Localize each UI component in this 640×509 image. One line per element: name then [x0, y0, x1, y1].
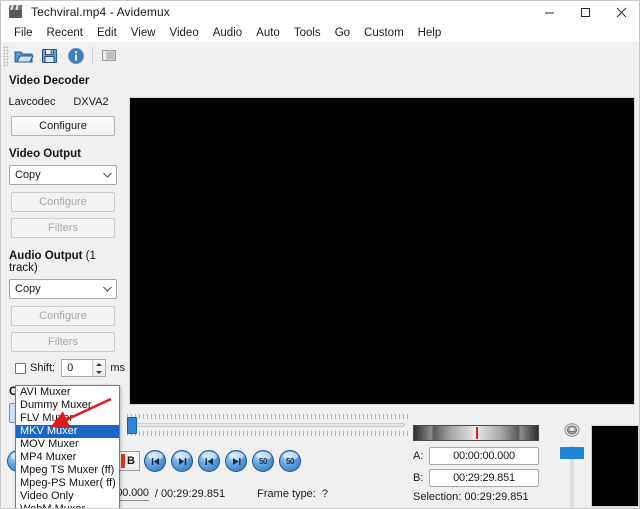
audio-output-value: Copy — [15, 283, 41, 295]
avidemux-window: Techviral.mp4 - Avidemux File Recent Edi… — [0, 0, 640, 509]
dropdown-option-mkv[interactable]: MKV Muxer — [16, 425, 119, 438]
dropdown-option-mpegts[interactable]: Mpeg TS Muxer (ff) — [16, 464, 119, 477]
video-decoder-configure-button[interactable]: Configure — [11, 116, 115, 136]
toolbar-separator — [92, 47, 93, 65]
dropdown-option-avi[interactable]: AVI Muxer — [16, 386, 119, 399]
decoder-accel-value: DXVA2 — [63, 96, 119, 108]
go-to-start-button[interactable] — [144, 450, 166, 472]
open-file-icon[interactable] — [11, 44, 37, 68]
video-output-title: Video Output — [1, 142, 125, 165]
minimize-icon[interactable] — [531, 1, 567, 23]
media-properties-icon[interactable] — [96, 44, 122, 68]
shift-checkbox[interactable] — [15, 363, 26, 374]
clapperboard-icon — [8, 4, 24, 20]
timeline-groove[interactable] — [127, 423, 405, 427]
video-preview[interactable] — [129, 97, 635, 405]
menu-item-recent[interactable]: Recent — [40, 25, 90, 41]
menu-item-auto[interactable]: Auto — [249, 25, 287, 41]
toolbar-grip[interactable] — [3, 46, 9, 66]
menu-item-custom[interactable]: Custom — [357, 25, 411, 41]
stepper-arrows-icon[interactable] — [92, 360, 105, 376]
dropdown-option-dummy[interactable]: Dummy Muxer — [16, 399, 119, 412]
video-output-filters-button[interactable]: Filters — [11, 218, 115, 238]
position-marker — [476, 427, 478, 439]
menu-bar: File Recent Edit View Video Audio Auto T… — [1, 23, 639, 42]
shift-label: Shift: — [30, 362, 55, 374]
prev-keyframe-button[interactable] — [198, 450, 220, 472]
mark-a-field[interactable]: 00:00:00.000 — [429, 447, 539, 465]
mark-a-row: A: 00:00:00.000 — [413, 447, 539, 465]
window-title: Techviral.mp4 - Avidemux — [31, 5, 170, 19]
frame-type-label: Frame type: — [257, 488, 316, 500]
dropdown-option-mp4[interactable]: MP4 Muxer — [16, 451, 119, 464]
thumbnail-preview — [591, 425, 639, 507]
audio-output-filters-button[interactable]: Filters — [11, 332, 115, 352]
dropdown-option-videoonly[interactable]: Video Only — [16, 490, 119, 503]
dropdown-option-webm[interactable]: WebM Muxer — [16, 503, 119, 509]
selection-duration-text: Selection: 00:29:29.851 — [413, 491, 529, 503]
timeline-ticks-top — [127, 412, 409, 419]
shift-stepper[interactable]: 0 — [61, 359, 106, 377]
dropdown-option-mpegps[interactable]: Mpeg-PS Muxer( ff) — [16, 477, 119, 490]
mark-a-field-label: A: — [413, 450, 429, 462]
dropdown-option-flv[interactable]: FLV Muxer — [16, 412, 119, 425]
go-to-end-button[interactable] — [171, 450, 193, 472]
audio-output-title: Audio Output (1 track) — [1, 244, 125, 279]
output-format-dropdown-list[interactable]: AVI Muxer Dummy Muxer FLV Muxer MKV Muxe… — [15, 385, 120, 509]
menu-item-view[interactable]: View — [124, 25, 163, 41]
video-output-configure-button[interactable]: Configure — [11, 192, 115, 212]
video-output-combo[interactable]: Copy — [9, 165, 117, 185]
total-time-value: / 00:29:29.851 — [155, 488, 225, 500]
timeline-slider[interactable] — [127, 407, 409, 447]
volume-handle[interactable] — [560, 447, 584, 459]
next-keyframe-button[interactable] — [225, 450, 247, 472]
selection-panel: A: 00:00:00.000 B: 00:29:29.851 Selectio… — [411, 421, 640, 509]
speaker-icon[interactable] — [563, 423, 581, 439]
window-controls — [531, 1, 639, 23]
video-decoder-title: Video Decoder — [1, 69, 125, 92]
shift-unit-label: ms — [110, 362, 125, 374]
dropdown-option-mov[interactable]: MOV Muxer — [16, 438, 119, 451]
title-bar: Techviral.mp4 - Avidemux — [1, 1, 639, 23]
timeline-ticks-bottom — [127, 429, 409, 436]
audio-output-configure-button[interactable]: Configure — [11, 306, 115, 326]
decoder-codec-value: Lavcodec — [1, 96, 63, 108]
mark-b-field-label: B: — [413, 472, 429, 484]
timeline-handle[interactable] — [127, 417, 137, 434]
shift-value: 0 — [67, 362, 73, 374]
video-output-value: Copy — [15, 169, 41, 181]
menu-item-tools[interactable]: Tools — [287, 25, 328, 41]
menu-item-help[interactable]: Help — [411, 25, 449, 41]
maximize-icon[interactable] — [567, 1, 603, 23]
menu-item-go[interactable]: Go — [328, 25, 357, 41]
decoder-info-row: Lavcodec DXVA2 — [1, 92, 125, 116]
mark-b-row: B: 00:29:29.851 — [413, 469, 539, 487]
close-icon[interactable] — [603, 1, 639, 23]
menu-item-video[interactable]: Video — [163, 25, 206, 41]
audio-output-title-text: Audio Output — [9, 250, 82, 262]
navigation-strip[interactable] — [413, 425, 539, 441]
forward-50-label: 50 — [286, 457, 294, 466]
mark-b-field[interactable]: 00:29:29.851 — [429, 469, 539, 487]
frame-type-value: ? — [322, 488, 328, 500]
save-file-icon[interactable] — [37, 44, 63, 68]
menu-item-edit[interactable]: Edit — [90, 25, 124, 41]
info-icon[interactable] — [63, 44, 89, 68]
mark-b-label: B — [127, 455, 135, 467]
volume-slider[interactable] — [559, 423, 585, 509]
menu-item-file[interactable]: File — [7, 25, 40, 41]
back-50-button[interactable]: 50 — [252, 450, 274, 472]
back-50-label: 50 — [259, 457, 267, 466]
forward-50-button[interactable]: 50 — [279, 450, 301, 472]
audio-output-combo[interactable]: Copy — [9, 279, 117, 299]
chevron-down-icon — [103, 280, 112, 298]
chevron-down-icon — [103, 166, 112, 184]
menu-item-audio[interactable]: Audio — [206, 25, 249, 41]
main-toolbar — [1, 42, 639, 69]
audio-shift-row: Shift: 0 ms — [15, 358, 125, 378]
